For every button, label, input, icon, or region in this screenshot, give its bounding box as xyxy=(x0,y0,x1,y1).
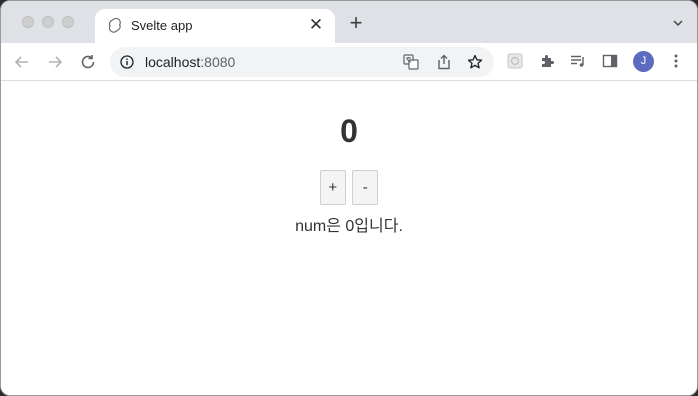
window-minimize-button[interactable] xyxy=(42,16,54,28)
decrement-button[interactable]: - xyxy=(352,170,379,205)
puzzle-piece-icon[interactable] xyxy=(539,53,555,69)
num-message: num은 0입니다. xyxy=(295,218,403,235)
translate-icon[interactable] xyxy=(403,54,419,70)
counter-buttons: + - xyxy=(1,170,697,205)
browser-window: Svelte app ✕ + localhost:8080 J 0 + - nu… xyxy=(0,0,698,396)
new-tab-button[interactable]: + xyxy=(346,12,366,34)
forward-arrow-icon[interactable] xyxy=(46,53,64,71)
url-host: localhost xyxy=(145,54,201,70)
profile-avatar[interactable]: J xyxy=(633,51,654,72)
chevron-down-icon[interactable] xyxy=(673,18,683,28)
more-menu-icon[interactable] xyxy=(668,53,684,69)
increment-button[interactable]: + xyxy=(319,170,346,205)
window-close-button[interactable] xyxy=(22,16,34,28)
back-arrow-icon[interactable] xyxy=(13,53,31,71)
svelte-logo-icon xyxy=(109,18,121,33)
share-icon[interactable] xyxy=(436,54,452,70)
tab-title: Svelte app xyxy=(131,18,193,33)
page-content: 0 + - num은 0입니다. xyxy=(1,81,697,395)
side-panel-icon[interactable] xyxy=(602,53,618,69)
tab-strip: Svelte app ✕ + xyxy=(1,1,697,43)
bookmark-star-icon[interactable] xyxy=(467,54,483,70)
info-icon[interactable] xyxy=(120,55,134,69)
media-queue-icon[interactable] xyxy=(570,53,586,69)
count-heading: 0 xyxy=(340,113,358,149)
extension-icon[interactable] xyxy=(507,53,523,69)
window-maximize-button[interactable] xyxy=(62,16,74,28)
tab-svelte-app[interactable]: Svelte app ✕ xyxy=(95,9,335,43)
browser-toolbar: localhost:8080 xyxy=(1,43,697,81)
address-bar[interactable]: localhost:8080 xyxy=(110,47,494,77)
reload-icon[interactable] xyxy=(79,53,97,71)
tab-close-icon[interactable]: ✕ xyxy=(307,16,325,34)
url-text[interactable]: localhost:8080 xyxy=(145,54,235,70)
url-port: :8080 xyxy=(200,54,236,70)
